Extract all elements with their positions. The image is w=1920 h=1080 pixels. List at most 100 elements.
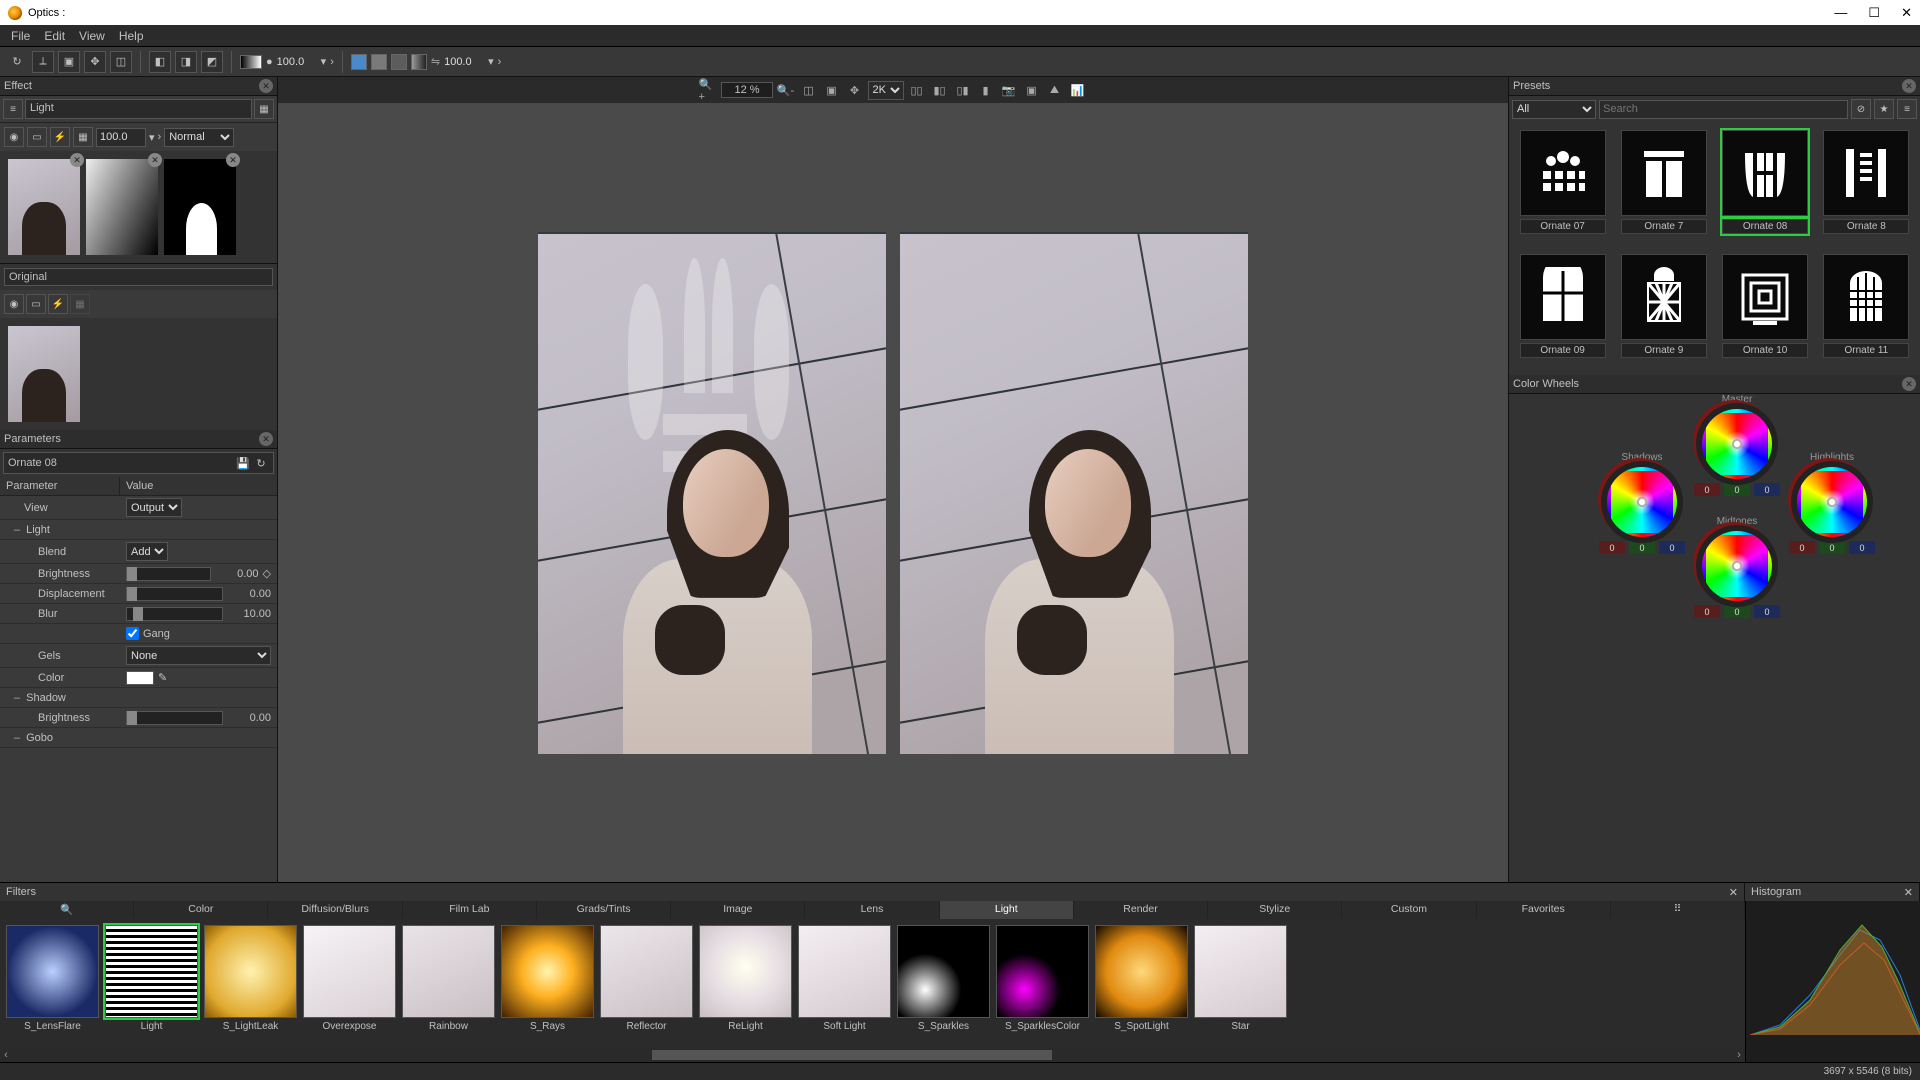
preset-item[interactable]: Ornate 07 xyxy=(1517,130,1608,244)
layers-icon[interactable]: ≡ xyxy=(3,99,23,119)
displacement-slider[interactable] xyxy=(126,587,223,601)
filter-category[interactable]: Color xyxy=(134,901,268,919)
compare-c-icon[interactable]: ▯▮ xyxy=(953,80,973,100)
blend-mode-select[interactable]: Normal xyxy=(164,128,234,147)
filter-category[interactable]: Custom xyxy=(1342,901,1476,919)
zoom-in-icon[interactable]: 🔍+ xyxy=(698,80,718,100)
shadows-color-wheel[interactable] xyxy=(1607,467,1677,537)
layer-thumb[interactable]: ✕ xyxy=(86,159,158,255)
stepper-down-icon[interactable]: ▾ xyxy=(488,55,494,68)
gradient-preview[interactable] xyxy=(240,55,262,69)
menu-file[interactable]: File xyxy=(4,27,37,45)
close-icon[interactable]: ✕ xyxy=(148,153,162,167)
filter-category[interactable]: Lens xyxy=(805,901,939,919)
filter-item[interactable]: Reflector xyxy=(600,925,693,1042)
filter-category[interactable]: Favorites xyxy=(1477,901,1611,919)
refresh-icon[interactable]: ↻ xyxy=(6,51,28,73)
mask-c-icon[interactable]: ◩ xyxy=(201,51,223,73)
preset-item[interactable]: Ornate 7 xyxy=(1618,130,1709,244)
pan-icon[interactable]: ✥ xyxy=(845,80,865,100)
close-icon[interactable]: ✕ xyxy=(226,153,240,167)
split-icon[interactable]: ◫ xyxy=(799,80,819,100)
preset-search-input[interactable] xyxy=(1599,100,1848,119)
swatch-4[interactable] xyxy=(411,54,427,70)
filter-item[interactable]: Rainbow xyxy=(402,925,495,1042)
filter-category[interactable]: Diffusion/Blurs xyxy=(268,901,402,919)
swatch-3[interactable] xyxy=(391,54,407,70)
blur-slider[interactable] xyxy=(126,607,223,621)
filter-item[interactable]: S_Sparkles xyxy=(897,925,990,1042)
save-preset-icon[interactable]: 💾 xyxy=(235,455,251,471)
filmstrip-scrollbar[interactable]: ‹ › xyxy=(0,1048,1745,1062)
filter-item[interactable]: S_LensFlare xyxy=(6,925,99,1042)
original-thumb[interactable] xyxy=(8,326,80,422)
gels-select[interactable]: None xyxy=(126,646,271,665)
midtones-color-wheel[interactable] xyxy=(1702,531,1772,601)
preset-item[interactable]: Ornate 08 xyxy=(1720,130,1811,244)
menu-edit[interactable]: Edit xyxy=(37,27,72,45)
keyframe-icon[interactable]: ◇ xyxy=(263,567,271,580)
window-minimize-button[interactable]: — xyxy=(1834,5,1847,20)
opacity-value-2[interactable]: 100.0 xyxy=(444,56,484,68)
filter-item[interactable]: S_SparklesColor xyxy=(996,925,1089,1042)
shadow-brightness-slider[interactable] xyxy=(126,711,223,725)
brightness-slider[interactable] xyxy=(126,567,211,581)
blend-select[interactable]: Add xyxy=(126,542,168,561)
grid-options-icon[interactable]: ⠿ xyxy=(1611,901,1745,919)
stepper-down-icon[interactable]: ▾ xyxy=(149,131,155,144)
chevron-right-icon[interactable]: › xyxy=(330,56,334,68)
filter-category[interactable]: Image xyxy=(671,901,805,919)
filter-item[interactable]: Star xyxy=(1194,925,1287,1042)
single-icon[interactable]: ▮ xyxy=(976,80,996,100)
gang-checkbox[interactable] xyxy=(126,627,139,640)
filter-item[interactable]: Overexpose xyxy=(303,925,396,1042)
opacity-value-1[interactable]: 100.0 xyxy=(277,56,317,68)
bolt-icon[interactable]: ⚡ xyxy=(48,294,68,314)
filter-item[interactable]: S_SpotLight xyxy=(1095,925,1188,1042)
filter-item[interactable]: Light xyxy=(105,925,198,1042)
swap-icon[interactable]: ⇋ xyxy=(431,55,440,68)
mask-b-icon[interactable]: ◨ xyxy=(175,51,197,73)
master-color-wheel[interactable] xyxy=(1702,409,1772,479)
snapshot-icon[interactable]: 📷 xyxy=(999,80,1019,100)
compare-b-icon[interactable]: ▮▯ xyxy=(930,80,950,100)
eye-icon[interactable]: ◉ xyxy=(4,294,24,314)
window-close-button[interactable]: ✕ xyxy=(1901,5,1912,20)
param-group-light[interactable]: Light xyxy=(0,521,120,539)
filter-item[interactable]: S_LightLeak xyxy=(204,925,297,1042)
scope-icon[interactable]: ⛰ xyxy=(1045,80,1065,100)
filter-category[interactable]: Render xyxy=(1074,901,1208,919)
close-icon[interactable]: ✕ xyxy=(70,153,84,167)
preset-item[interactable]: Ornate 09 xyxy=(1517,254,1608,368)
swatch-1[interactable] xyxy=(351,54,367,70)
move-icon[interactable]: ✥ xyxy=(84,51,106,73)
preset-item[interactable]: Ornate 10 xyxy=(1720,254,1811,368)
safe-area-icon[interactable]: ▣ xyxy=(1022,80,1042,100)
menu-view[interactable]: View xyxy=(72,27,112,45)
layer-thumb[interactable]: ✕ xyxy=(8,159,80,255)
filter-item[interactable]: ReLight xyxy=(699,925,792,1042)
close-icon[interactable]: ✕ xyxy=(1902,79,1916,93)
menu-icon[interactable]: ≡ xyxy=(1897,99,1917,119)
chevron-right-icon[interactable]: › xyxy=(498,56,502,68)
zoom-out-icon[interactable]: 🔍- xyxy=(776,80,796,100)
close-icon[interactable]: ✕ xyxy=(259,79,273,93)
fit-icon[interactable]: ▣ xyxy=(822,80,842,100)
preset-item[interactable]: Ornate 11 xyxy=(1821,254,1912,368)
effect-opacity-input[interactable] xyxy=(96,128,146,147)
filter-category[interactable]: Grads/Tints xyxy=(537,901,671,919)
props-icon[interactable]: ▦ xyxy=(254,99,274,119)
filter-category[interactable]: Stylize xyxy=(1208,901,1342,919)
crop-icon[interactable]: ⟂ xyxy=(32,51,54,73)
clear-search-icon[interactable]: ⊘ xyxy=(1851,99,1871,119)
favorite-icon[interactable]: ★ xyxy=(1874,99,1894,119)
highlights-color-wheel[interactable] xyxy=(1797,467,1867,537)
filter-item[interactable]: S_Rays xyxy=(501,925,594,1042)
refresh-icon[interactable]: ↻ xyxy=(253,455,269,471)
stepper-down-icon[interactable]: ▾ xyxy=(321,55,327,68)
close-icon[interactable]: ✕ xyxy=(1729,886,1738,899)
filter-category[interactable]: Film Lab xyxy=(403,901,537,919)
preset-filter-select[interactable]: All xyxy=(1512,100,1596,119)
close-icon[interactable]: ✕ xyxy=(259,432,273,446)
resolution-select[interactable]: 2K xyxy=(868,81,904,100)
